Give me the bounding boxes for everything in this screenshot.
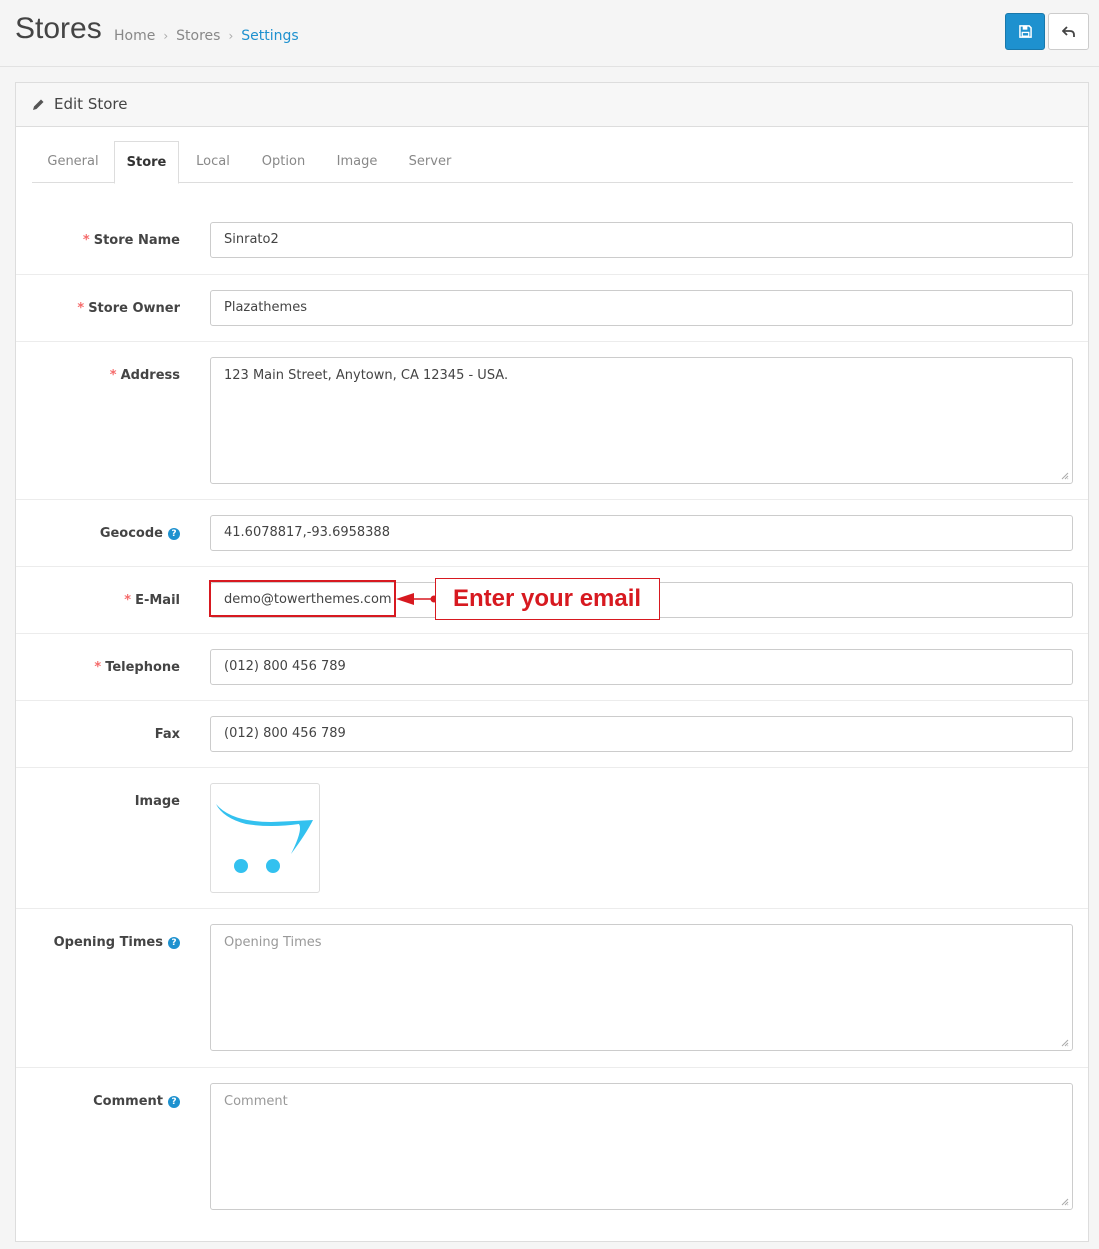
form-row-store-owner: * Store Owner Plazathemes bbox=[16, 274, 1088, 341]
form-row-fax: Fax (012) 800 456 789 bbox=[16, 700, 1088, 767]
question-circle-icon[interactable]: ? bbox=[168, 1095, 180, 1108]
question-circle-icon[interactable]: ? bbox=[168, 936, 180, 949]
telephone-label: * Telephone bbox=[94, 660, 180, 675]
opening-times-label-text: Opening Times bbox=[53, 935, 163, 950]
store-owner-input[interactable]: Plazathemes bbox=[210, 290, 1073, 326]
form-row-comment: Comment ? Comment bbox=[16, 1067, 1088, 1226]
email-highlight-box bbox=[209, 580, 396, 617]
question-circle-icon[interactable]: ? bbox=[168, 527, 180, 540]
email-label: * E-Mail bbox=[124, 593, 180, 608]
image-label-text: Image bbox=[134, 794, 180, 809]
pencil-icon bbox=[33, 99, 44, 110]
opening-times-placeholder: Opening Times bbox=[224, 935, 322, 950]
form-row-geocode: Geocode ? 41.6078817,-93.6958388 bbox=[16, 499, 1088, 566]
opening-times-label: Opening Times ? bbox=[54, 935, 180, 950]
page-header: Stores Home › Stores › Settings bbox=[0, 0, 1099, 67]
comment-label-text: Comment bbox=[93, 1094, 163, 1109]
store-owner-label: * Store Owner bbox=[77, 301, 180, 316]
form-row-telephone: * Telephone (012) 800 456 789 bbox=[16, 633, 1088, 700]
address-label-text: Address bbox=[120, 368, 180, 383]
address-label: * Address bbox=[110, 368, 180, 383]
breadcrumb-home[interactable]: Home bbox=[114, 28, 155, 44]
form-row-address: * Address 123 Main Street, Anytown, CA 1… bbox=[16, 341, 1088, 499]
resize-grip-icon[interactable] bbox=[1061, 1039, 1069, 1047]
reply-icon bbox=[1061, 25, 1075, 37]
required-marker: * bbox=[94, 660, 102, 675]
edit-store-panel: Edit Store General Store Local Option Im… bbox=[15, 82, 1089, 1242]
geocode-label-text: Geocode bbox=[99, 526, 163, 541]
breadcrumb-settings[interactable]: Settings bbox=[241, 28, 298, 44]
save-button[interactable] bbox=[1005, 13, 1045, 50]
annotation-callout: Enter your email bbox=[435, 578, 660, 620]
tab-store[interactable]: Store bbox=[114, 141, 179, 184]
resize-grip-icon[interactable] bbox=[1061, 472, 1069, 480]
tab-option[interactable]: Option bbox=[247, 141, 320, 183]
store-name-input[interactable]: Sinrato2 bbox=[210, 222, 1073, 258]
geocode-input[interactable]: 41.6078817,-93.6958388 bbox=[210, 515, 1073, 551]
store-owner-label-text: Store Owner bbox=[88, 301, 180, 316]
panel-heading: Edit Store bbox=[16, 83, 1088, 127]
opening-times-textarea[interactable]: Opening Times bbox=[210, 924, 1073, 1051]
breadcrumb-separator-icon: › bbox=[163, 29, 169, 43]
tab-general[interactable]: General bbox=[32, 141, 114, 183]
address-value: 123 Main Street, Anytown, CA 12345 - USA… bbox=[224, 368, 509, 383]
back-button[interactable] bbox=[1048, 13, 1089, 50]
panel-title: Edit Store bbox=[54, 95, 128, 113]
tab-local[interactable]: Local bbox=[179, 141, 247, 183]
form-row-image: Image bbox=[16, 767, 1088, 908]
page-title: Stores bbox=[15, 12, 102, 45]
email-label-text: E-Mail bbox=[135, 593, 180, 608]
tab-server[interactable]: Server bbox=[394, 141, 466, 183]
address-textarea[interactable]: 123 Main Street, Anytown, CA 12345 - USA… bbox=[210, 357, 1073, 484]
tab-bar: General Store Local Option Image Server bbox=[32, 141, 1073, 184]
floppy-disk-icon bbox=[1018, 25, 1032, 38]
fax-label-text: Fax bbox=[154, 727, 180, 742]
required-marker: * bbox=[82, 233, 90, 248]
required-marker: * bbox=[77, 301, 85, 316]
store-name-label-text: Store Name bbox=[93, 233, 180, 248]
fax-input[interactable]: (012) 800 456 789 bbox=[210, 716, 1073, 752]
comment-textarea[interactable]: Comment bbox=[210, 1083, 1073, 1210]
arrow-left-icon bbox=[396, 593, 438, 605]
telephone-label-text: Telephone bbox=[105, 660, 180, 675]
form-row-store-name: * Store Name Sinrato2 bbox=[16, 207, 1088, 274]
shopping-cart-logo-icon bbox=[216, 804, 313, 873]
required-marker: * bbox=[109, 368, 117, 383]
comment-placeholder: Comment bbox=[224, 1094, 288, 1109]
telephone-input[interactable]: (012) 800 456 789 bbox=[210, 649, 1073, 685]
resize-grip-icon[interactable] bbox=[1061, 1198, 1069, 1206]
breadcrumb-stores[interactable]: Stores bbox=[176, 28, 220, 44]
form-row-opening-times: Opening Times ? Opening Times bbox=[16, 908, 1088, 1067]
comment-label: Comment ? bbox=[93, 1094, 180, 1109]
store-image-thumbnail[interactable] bbox=[210, 783, 320, 893]
breadcrumb: Home › Stores › Settings bbox=[114, 28, 299, 44]
breadcrumb-separator-icon: › bbox=[228, 29, 234, 43]
image-label: Image bbox=[135, 794, 180, 809]
required-marker: * bbox=[124, 593, 132, 608]
fax-label: Fax bbox=[155, 727, 180, 742]
geocode-label: Geocode ? bbox=[100, 526, 180, 541]
store-name-label: * Store Name bbox=[83, 233, 180, 248]
tab-image[interactable]: Image bbox=[320, 141, 394, 183]
